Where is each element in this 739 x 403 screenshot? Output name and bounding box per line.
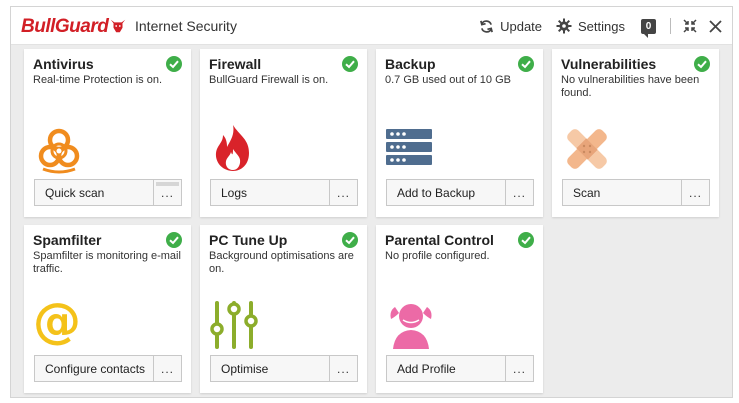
tune-up-more-button[interactable]: ... <box>330 355 358 382</box>
tile-title: Antivirus <box>33 56 94 72</box>
more-label: ... <box>512 185 526 200</box>
optimise-button[interactable]: Optimise <box>210 355 330 382</box>
more-label: ... <box>512 361 526 376</box>
refresh-icon <box>480 19 494 33</box>
tile-vulnerabilities: Vulnerabilities No vulnerabilities have … <box>552 49 719 217</box>
firewall-more-button[interactable]: ... <box>330 179 358 206</box>
tile-title: Parental Control <box>385 232 494 248</box>
parental-more-button[interactable]: ... <box>506 355 534 382</box>
tile-title: Vulnerabilities <box>561 56 657 72</box>
at-sign-icon: @ <box>33 295 85 347</box>
tile-title: PC Tune Up <box>209 232 288 248</box>
tile-title: Spamfilter <box>33 232 102 248</box>
action-label: Add Profile <box>397 361 456 376</box>
tile-status: 0.7 GB used out of 10 GB <box>385 74 511 86</box>
flame-icon <box>215 125 249 171</box>
action-label: Logs <box>221 185 248 200</box>
tile-parental-control: Parental Control No profile configured. … <box>376 225 543 393</box>
check-icon <box>518 232 534 248</box>
bandage-icon <box>567 129 607 169</box>
tile-pc-tune-up: PC Tune Up Background optimisations are … <box>200 225 367 393</box>
messages-button[interactable]: 0 <box>641 18 656 38</box>
at-glyph: @ <box>33 293 81 349</box>
vulnerabilities-more-button[interactable]: ... <box>682 179 710 206</box>
check-icon <box>518 56 534 72</box>
tile-status: No profile configured. <box>385 250 490 262</box>
brand-logo: BullGuard <box>21 15 127 39</box>
tile-backup: Backup 0.7 GB used out of 10 GB Add to B… <box>376 49 543 217</box>
add-profile-button[interactable]: Add Profile <box>386 355 506 382</box>
app-window: BullGuard Internet Security Update Setti… <box>10 6 733 398</box>
configure-contacts-button[interactable]: Configure contacts <box>34 355 154 382</box>
more-label: ... <box>336 185 350 200</box>
title-bar: BullGuard Internet Security Update Setti… <box>11 7 732 45</box>
top-actions: Update Settings 0 <box>465 15 722 38</box>
toolbar-divider <box>670 18 671 34</box>
biohazard-icon <box>38 128 80 174</box>
spamfilter-more-button[interactable]: ... <box>154 355 182 382</box>
check-icon <box>694 56 710 72</box>
update-label: Update <box>500 18 543 34</box>
action-label: Scan <box>573 185 601 200</box>
backup-more-button[interactable]: ... <box>506 179 534 206</box>
add-to-backup-button[interactable]: Add to Backup <box>386 179 506 206</box>
tile-status: BullGuard Firewall is on. <box>209 74 329 86</box>
settings-button[interactable]: Settings <box>556 18 625 34</box>
sliders-icon <box>210 301 258 349</box>
bull-logo-icon <box>111 19 126 33</box>
check-icon <box>166 232 182 248</box>
close-button[interactable] <box>709 19 722 33</box>
settings-label: Settings <box>578 18 625 34</box>
more-label: ... <box>336 361 350 376</box>
tile-title: Firewall <box>209 56 262 72</box>
compact-view-button[interactable] <box>683 19 697 33</box>
more-label: ... <box>688 185 702 200</box>
more-label: ... <box>160 185 174 200</box>
gear-icon <box>556 18 572 34</box>
brand-name: BullGuard <box>21 16 109 37</box>
messages-count: 0 <box>645 20 652 32</box>
product-name: Internet Security <box>135 18 237 34</box>
child-icon <box>390 304 432 349</box>
tile-status: Background optimisations are on. <box>209 250 354 275</box>
check-icon <box>342 232 358 248</box>
update-button[interactable]: Update <box>479 19 542 34</box>
action-label: Optimise <box>221 361 269 376</box>
close-icon <box>709 19 722 33</box>
tile-status: No vulnerabilities have been found. <box>561 74 700 99</box>
action-label: Add to Backup <box>397 185 476 200</box>
check-icon <box>166 56 182 72</box>
quick-scan-button[interactable]: Quick scan <box>34 179 154 206</box>
check-icon <box>342 56 358 72</box>
tile-spamfilter: Spamfilter Spamfilter is monitoring e-ma… <box>24 225 191 393</box>
tile-status: Real-time Protection is on. <box>33 74 162 86</box>
tile-title: Backup <box>385 56 436 72</box>
scan-button[interactable]: Scan <box>562 179 682 206</box>
tile-antivirus: Antivirus Real-time Protection is on. Qu… <box>24 49 191 217</box>
collapse-arrows-icon <box>683 19 697 33</box>
antivirus-more-button[interactable]: ... <box>154 179 182 206</box>
server-stack-icon <box>386 129 432 165</box>
action-label: Quick scan <box>45 185 105 200</box>
tile-status: Spamfilter is monitoring e-mail traffic. <box>33 250 181 275</box>
tile-firewall: Firewall BullGuard Firewall is on. Logs … <box>200 49 367 217</box>
logs-button[interactable]: Logs <box>210 179 330 206</box>
more-label: ... <box>160 361 174 376</box>
action-label: Configure contacts <box>45 361 146 376</box>
